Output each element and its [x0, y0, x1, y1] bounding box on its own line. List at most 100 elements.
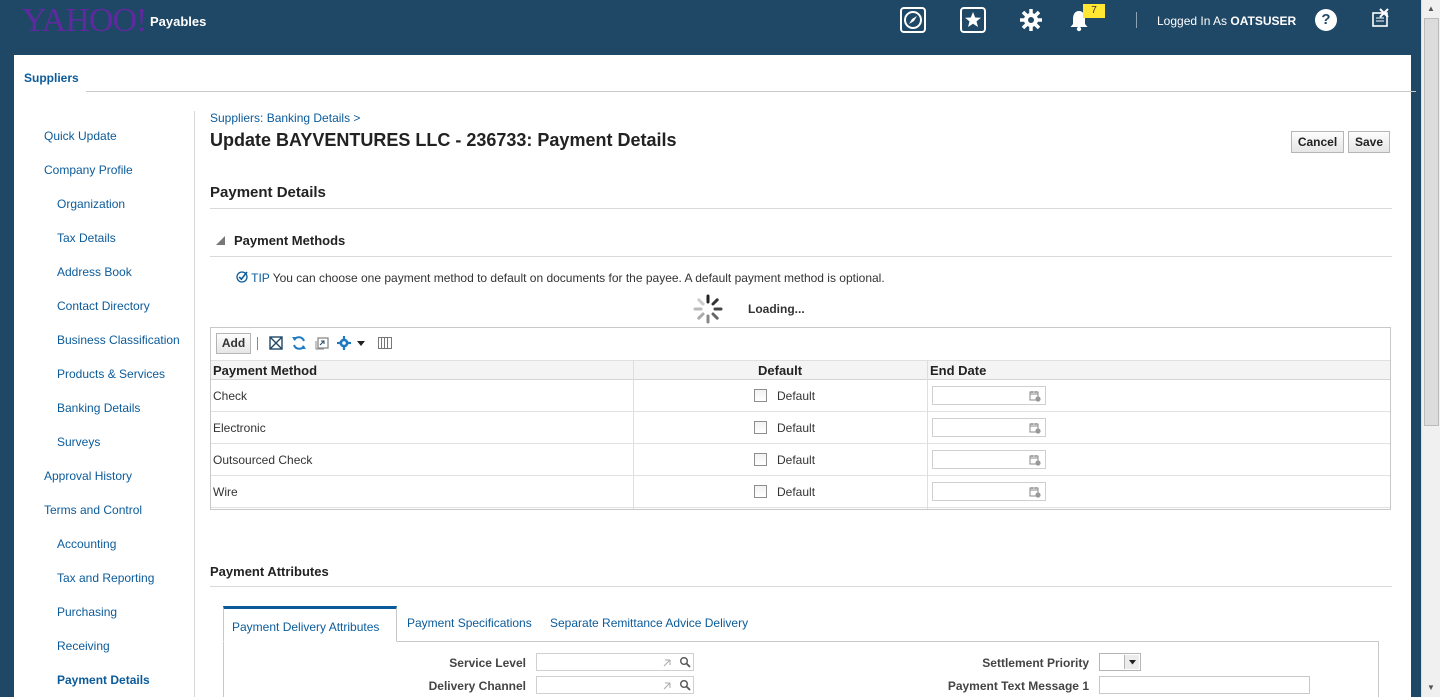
content-panel: Suppliers Quick Update Company Profile O…: [14, 55, 1416, 697]
loading-text: Loading...: [748, 302, 805, 316]
yahoo-logo[interactable]: YAHOO!: [22, 2, 147, 40]
column-header-default[interactable]: Default: [758, 363, 802, 378]
default-checkbox[interactable]: [754, 421, 767, 434]
disclosure-icon: [663, 659, 671, 667]
notification-badge: 7: [1083, 4, 1105, 18]
help-icon[interactable]: ?: [1315, 9, 1337, 31]
cancel-button-label: Cancel: [1297, 135, 1338, 149]
settlement-priority-label: Settlement Priority: [982, 656, 1089, 670]
payment-attributes-title: Payment Attributes: [210, 564, 329, 579]
table-row[interactable]: Check Default: [211, 380, 1390, 412]
section-divider: [210, 208, 1392, 209]
subsection-title[interactable]: Payment Methods: [234, 233, 345, 248]
sidebar-item-banking-details[interactable]: Banking Details: [57, 401, 140, 415]
default-checkbox-label: Default: [777, 453, 816, 467]
delivery-channel-input[interactable]: [536, 676, 694, 694]
table-row[interactable]: Outsourced Check Default: [211, 444, 1390, 476]
sidebar-item-receiving[interactable]: Receiving: [57, 639, 110, 653]
service-level-input[interactable]: [536, 653, 694, 671]
scroll-up-arrow-icon[interactable]: ▲: [1426, 4, 1436, 14]
logged-in-prefix: Logged In As: [1157, 14, 1228, 28]
sidebar-item-payment-details[interactable]: Payment Details: [57, 673, 150, 687]
sidebar-item-surveys[interactable]: Surveys: [57, 435, 100, 449]
end-date-input[interactable]: [932, 386, 1046, 405]
calendar-icon[interactable]: [1029, 454, 1041, 466]
sidebar-item-contact-directory[interactable]: Contact Directory: [57, 299, 150, 313]
sidebar-item-terms-and-control[interactable]: Terms and Control: [44, 503, 142, 517]
sidebar-item-accounting[interactable]: Accounting: [57, 537, 116, 551]
username[interactable]: OATSUSER: [1230, 14, 1296, 28]
logged-in-text: Logged In As OATSUSER: [1157, 14, 1296, 28]
chevron-down-icon[interactable]: [1124, 655, 1139, 669]
tip-check-icon: [236, 271, 248, 283]
payment-method-cell: Check: [213, 389, 248, 403]
chevron-down-icon[interactable]: [355, 335, 367, 351]
table-toolbar: Add: [211, 328, 1390, 360]
section-title: Payment Details: [210, 184, 326, 201]
app-name: Payables: [150, 14, 207, 29]
default-checkbox-label: Default: [777, 485, 816, 499]
service-level-label: Service Level: [449, 656, 526, 670]
end-date-input[interactable]: [932, 450, 1046, 469]
calendar-icon[interactable]: [1029, 390, 1041, 402]
refresh-icon[interactable]: [291, 335, 307, 351]
search-icon[interactable]: [679, 679, 691, 691]
page-scrollbar[interactable]: ▲ ▼: [1421, 0, 1440, 697]
spinner-icon: [693, 294, 723, 324]
sidebar-item-approval-history[interactable]: Approval History: [44, 469, 132, 483]
disclosure-icon: [663, 682, 671, 690]
detach-icon[interactable]: [314, 335, 330, 351]
column-header-payment-method[interactable]: Payment Method: [213, 363, 317, 378]
sidebar-item-business-classification[interactable]: Business Classification: [57, 333, 180, 347]
settlement-priority-select[interactable]: [1099, 653, 1141, 671]
scroll-down-arrow-icon[interactable]: ▼: [1426, 683, 1436, 693]
toolbar-divider: [257, 337, 258, 350]
column-header-end-date[interactable]: End Date: [930, 363, 986, 378]
add-button[interactable]: Add: [216, 333, 251, 354]
attributes-divider: [210, 586, 1392, 587]
tab-suppliers[interactable]: Suppliers: [24, 71, 79, 85]
default-checkbox[interactable]: [754, 389, 767, 402]
table-row[interactable]: Wire Default: [211, 476, 1390, 508]
sidebar-item-tax-and-reporting[interactable]: Tax and Reporting: [57, 571, 154, 585]
tab-payment-specifications[interactable]: Payment Specifications: [407, 616, 532, 630]
cancel-button[interactable]: Cancel: [1291, 131, 1344, 153]
sidebar-item-products-services[interactable]: Products & Services: [57, 367, 165, 381]
search-icon[interactable]: [679, 656, 691, 668]
payment-text-message-1-label: Payment Text Message 1: [947, 679, 1089, 693]
scrollbar-thumb[interactable]: [1424, 18, 1439, 426]
sidebar-item-company-profile[interactable]: Company Profile: [44, 163, 133, 177]
tab-payment-delivery-attributes[interactable]: Payment Delivery Attributes: [223, 606, 397, 642]
star-icon[interactable]: [959, 6, 987, 34]
save-button[interactable]: Save: [1348, 131, 1390, 153]
close-window-icon[interactable]: [1371, 8, 1391, 28]
sidebar-item-organization[interactable]: Organization: [57, 197, 125, 211]
breadcrumb[interactable]: Suppliers: Banking Details >: [210, 111, 360, 125]
sidebar-item-quick-update[interactable]: Quick Update: [44, 129, 117, 143]
sidebar-item-purchasing[interactable]: Purchasing: [57, 605, 117, 619]
freeze-icon[interactable]: [268, 335, 284, 351]
collapse-triangle-icon[interactable]: [216, 236, 225, 245]
table-header: Payment Method Default End Date: [211, 360, 1390, 380]
sidebar-item-address-book[interactable]: Address Book: [57, 265, 132, 279]
columns-icon[interactable]: [377, 335, 393, 351]
payment-method-cell: Wire: [213, 485, 238, 499]
payment-text-message-1-input[interactable]: [1099, 676, 1310, 694]
compass-icon[interactable]: [899, 6, 927, 34]
default-checkbox[interactable]: [754, 453, 767, 466]
gear-icon[interactable]: [1017, 6, 1045, 34]
tab-separate-remittance-advice-delivery[interactable]: Separate Remittance Advice Delivery: [550, 616, 748, 630]
settings-icon[interactable]: [336, 335, 352, 351]
default-checkbox[interactable]: [754, 485, 767, 498]
end-date-input[interactable]: [932, 482, 1046, 501]
sidebar-item-tax-details[interactable]: Tax Details: [57, 231, 116, 245]
calendar-icon[interactable]: [1029, 486, 1041, 498]
table-row[interactable]: Electronic Default: [211, 412, 1390, 444]
tip-label: TIP: [251, 271, 270, 285]
default-checkbox-label: Default: [777, 389, 816, 403]
end-date-input[interactable]: [932, 418, 1046, 437]
header-divider: [1136, 12, 1137, 28]
tip-text: You can choose one payment method to def…: [272, 271, 885, 285]
payment-methods-table: Add Payment Method Default End Date Chec…: [210, 327, 1391, 510]
calendar-icon[interactable]: [1029, 422, 1041, 434]
